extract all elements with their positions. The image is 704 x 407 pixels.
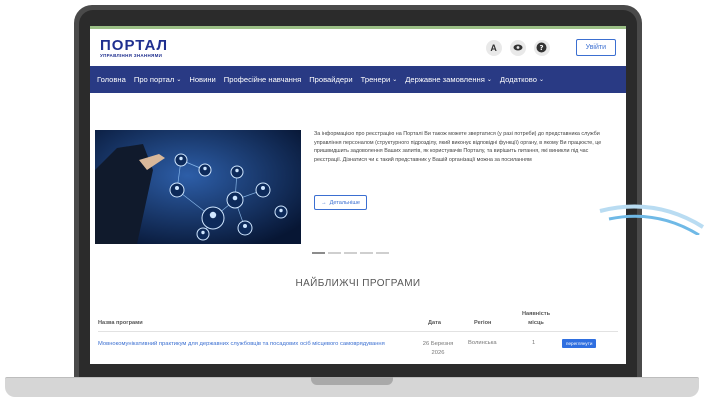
nav-item-trainers[interactable]: Тренери ⌄ [361, 75, 398, 84]
nav-item-news[interactable]: Новини [189, 75, 215, 84]
logo-title: ПОРТАЛ [100, 36, 169, 54]
nav-item-home[interactable]: Головна [97, 75, 126, 84]
chevron-down-icon: ⌄ [486, 77, 492, 83]
slider-text: За інформацією про реєстрацію на Порталі… [314, 131, 602, 163]
program-availability: 1 [532, 340, 536, 346]
site-logo[interactable]: ПОРТАЛ УПРАВЛІННЯ ЗНАННЯМИ [100, 38, 168, 58]
slider-dot[interactable] [360, 252, 373, 254]
svg-text:?: ? [540, 44, 544, 52]
logo-subtitle: УПРАВЛІННЯ ЗНАННЯМИ [100, 52, 163, 58]
eye-icon[interactable] [509, 39, 526, 56]
column-name: Назва програми [98, 320, 143, 326]
column-availability: Наявність місць [521, 311, 551, 326]
help-icon[interactable]: ? [533, 39, 550, 56]
slider-image [95, 130, 301, 244]
nav-item-about[interactable]: Про портал ⌄ [134, 75, 181, 84]
program-region: Волинська [468, 340, 497, 346]
laptop-notch [311, 377, 393, 385]
program-name-link[interactable]: Мовнокомунікативний практикум для держав… [98, 340, 398, 349]
details-button[interactable]: → Детальніше [314, 195, 368, 210]
nav-item-providers[interactable]: Провайдери [309, 75, 352, 84]
nav-item-more[interactable]: Додатково ⌄ [500, 75, 544, 84]
view-program-button[interactable]: переглянути [562, 339, 597, 348]
chevron-down-icon: ⌄ [176, 77, 182, 83]
nav-item-state-order[interactable]: Державне замовлення ⌄ [405, 75, 492, 84]
program-date: 26 Березня 2026 [422, 341, 454, 356]
site-header: ПОРТАЛ УПРАВЛІННЯ ЗНАННЯМИ A ? Увійти [90, 26, 626, 66]
laptop-screen: ПОРТАЛ УПРАВЛІННЯ ЗНАННЯМИ A ? Увійти Го… [90, 26, 626, 364]
main-nav: Головна Про портал ⌄ Новини Професійне на… [90, 66, 626, 93]
chevron-down-icon: ⌄ [538, 77, 544, 83]
slider-pagination [312, 252, 389, 254]
decorative-swoosh [599, 204, 704, 235]
nav-item-training[interactable]: Професійне навчання [224, 75, 301, 84]
section-title: НАЙБЛИЖЧІ ПРОГРАМИ [295, 278, 421, 289]
font-size-toggle[interactable]: A [485, 39, 502, 56]
slider-dot[interactable] [344, 252, 357, 254]
slider-dot[interactable] [328, 252, 341, 254]
slider-dot[interactable] [376, 252, 389, 254]
accessibility-tools: A ? Увійти [485, 39, 616, 56]
chevron-down-icon: ⌄ [392, 77, 398, 83]
column-region: Регіон [474, 320, 492, 326]
login-button[interactable]: Увійти [575, 39, 616, 56]
details-button-label: Детальніше [329, 199, 361, 206]
column-date: Дата [428, 320, 441, 326]
arrow-right-icon: → [321, 199, 327, 206]
programs-table-header: Назва програми Дата Регіон Наявність міс… [98, 308, 618, 332]
slider-dot[interactable] [312, 252, 325, 254]
